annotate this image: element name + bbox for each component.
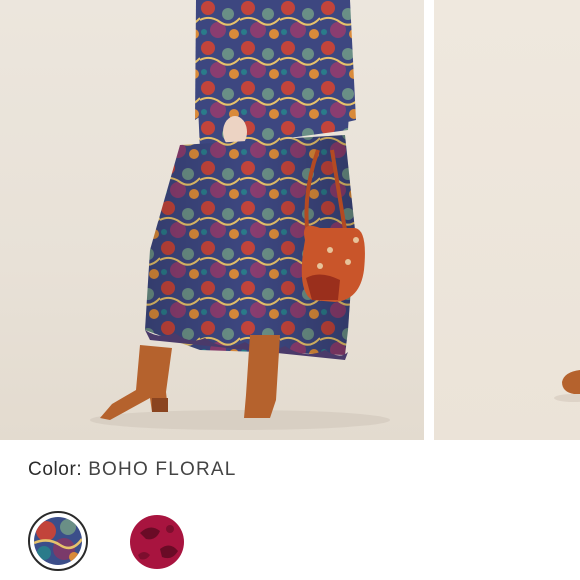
color-swatch-berry-paisley[interactable]	[130, 515, 184, 569]
boho-floral-swatch-icon	[34, 517, 82, 565]
selected-color-label: Color: BOHO FLORAL	[28, 456, 237, 484]
berry-paisley-swatch-icon	[130, 515, 184, 569]
product-image-gallery[interactable]	[0, 0, 580, 440]
color-label: Color:	[28, 459, 83, 480]
color-swatch-boho-floral[interactable]	[28, 511, 88, 571]
product-photo-main[interactable]	[0, 0, 424, 440]
product-photo-next[interactable]	[434, 0, 580, 440]
next-photo-partial-illustration	[554, 370, 580, 402]
color-value: BOHO FLORAL	[88, 459, 237, 480]
model-wearing-floral-dress-illustration	[90, 0, 390, 430]
